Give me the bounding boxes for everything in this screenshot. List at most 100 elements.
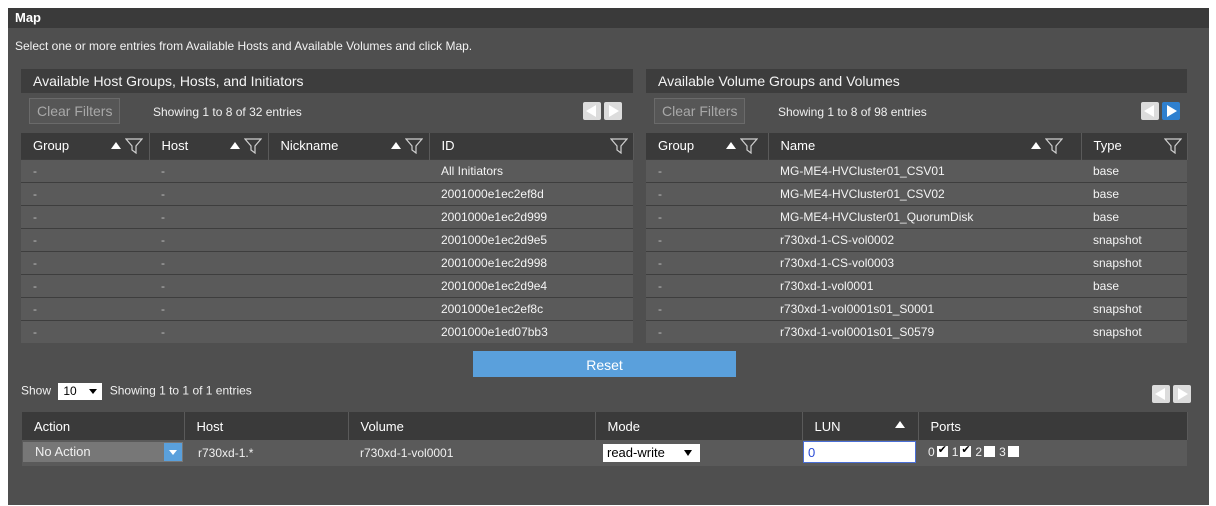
sort-asc-icon[interactable] bbox=[1030, 142, 1041, 149]
volumes-showing-text: Showing 1 to 8 of 98 entries bbox=[778, 105, 927, 119]
volumes-cell: r730xd-1-CS-vol0003 bbox=[768, 250, 1081, 274]
reset-button[interactable]: Reset bbox=[473, 351, 736, 377]
table-row[interactable]: - - 2001000e1ec2d998 bbox=[21, 250, 633, 274]
volumes-cell: snapshot bbox=[1081, 227, 1187, 251]
volumes-prev-page-icon[interactable] bbox=[1141, 102, 1159, 120]
mapping-volume-cell: r730xd-1-vol0001 bbox=[348, 440, 595, 466]
sort-asc-icon[interactable] bbox=[390, 142, 401, 149]
table-row[interactable]: - - 2001000e1ec2d9e5 bbox=[21, 227, 633, 251]
table-row[interactable]: - - 2001000e1ec2d9e4 bbox=[21, 273, 633, 297]
filter-icon[interactable] bbox=[740, 138, 758, 154]
lun-input[interactable] bbox=[803, 441, 916, 463]
table-row[interactable]: - r730xd-1-vol0001s01_S0579 snapshot bbox=[646, 319, 1187, 343]
port-1: 1 bbox=[951, 443, 972, 459]
hosts-cell: - bbox=[149, 273, 268, 297]
sort-asc-icon[interactable] bbox=[229, 142, 240, 149]
mapping-col-lun[interactable]: LUN bbox=[802, 412, 919, 440]
hosts-panel: Available Host Groups, Hosts, and Initia… bbox=[21, 69, 634, 343]
hosts-cell bbox=[268, 250, 429, 274]
filter-icon[interactable] bbox=[1044, 138, 1063, 154]
hosts-cell: - bbox=[149, 158, 268, 182]
volumes-cell: - bbox=[646, 319, 768, 343]
volumes-cell: - bbox=[646, 204, 768, 228]
table-row[interactable]: - r730xd-1-vol0001 base bbox=[646, 273, 1187, 297]
chevron-down-icon[interactable] bbox=[164, 443, 182, 461]
volumes-clear-filters-button[interactable]: Clear Filters bbox=[654, 98, 746, 124]
hosts-cell: - bbox=[149, 204, 268, 228]
table-row[interactable]: - - 2001000e1ec2ef8c bbox=[21, 296, 633, 320]
volumes-col-type[interactable]: Type bbox=[1081, 133, 1188, 159]
mapping-next-page-icon[interactable] bbox=[1173, 385, 1191, 403]
volumes-next-page-icon[interactable] bbox=[1162, 102, 1180, 120]
hosts-cell bbox=[268, 296, 429, 320]
hosts-clear-filters-button[interactable]: Clear Filters bbox=[29, 98, 121, 124]
port-2: 2 bbox=[975, 445, 996, 459]
volumes-cell: snapshot bbox=[1081, 250, 1187, 274]
table-row: No Action r730xd-1.* r730xd-1-vol0001 re… bbox=[22, 440, 1187, 466]
volumes-cell: - bbox=[646, 250, 768, 274]
sort-asc-icon[interactable] bbox=[894, 421, 905, 428]
hosts-cell: 2001000e1ec2d9e4 bbox=[429, 273, 633, 297]
volumes-cell: - bbox=[646, 296, 768, 320]
table-row[interactable]: - r730xd-1-vol0001s01_S0001 snapshot bbox=[646, 296, 1187, 320]
table-row[interactable]: - - 2001000e1ed07bb3 bbox=[21, 319, 633, 343]
port-3: 3 bbox=[999, 445, 1019, 459]
table-row[interactable]: - r730xd-1-CS-vol0003 snapshot bbox=[646, 250, 1187, 274]
hosts-cell: - bbox=[21, 158, 149, 182]
hosts-col-id[interactable]: ID bbox=[429, 133, 634, 159]
port-checkbox[interactable] bbox=[936, 443, 948, 457]
hosts-prev-page-icon[interactable] bbox=[583, 102, 601, 120]
hosts-cell: - bbox=[149, 319, 268, 343]
mapping-col-host[interactable]: Host bbox=[184, 412, 349, 440]
sort-asc-icon[interactable] bbox=[726, 142, 736, 149]
hosts-col-group[interactable]: Group bbox=[21, 133, 150, 159]
mapping-prev-page-icon[interactable] bbox=[1152, 385, 1170, 403]
action-select[interactable]: No Action bbox=[23, 442, 183, 462]
hosts-cell: 2001000e1ec2ef8d bbox=[429, 181, 633, 205]
volumes-cell: r730xd-1-vol0001 bbox=[768, 273, 1081, 297]
table-row[interactable]: - MG-ME4-HVCluster01_CSV02 base bbox=[646, 181, 1187, 205]
hosts-cell: - bbox=[21, 204, 149, 228]
filter-icon[interactable] bbox=[404, 138, 423, 154]
filter-icon[interactable] bbox=[1163, 138, 1182, 154]
table-row[interactable]: - - 2001000e1ec2ef8d bbox=[21, 181, 633, 205]
table-row[interactable]: - MG-ME4-HVCluster01_CSV01 base bbox=[646, 158, 1187, 182]
port-label: 1 bbox=[951, 445, 959, 459]
mode-select[interactable]: read-write bbox=[603, 444, 700, 462]
hosts-cell: 2001000e1ec2d999 bbox=[429, 204, 633, 228]
mapping-table: Action Host Volume Mode LUN Ports No Act… bbox=[22, 412, 1188, 466]
volumes-cell: r730xd-1-vol0001s01_S0001 bbox=[768, 296, 1081, 320]
table-row[interactable]: - MG-ME4-HVCluster01_QuorumDisk base bbox=[646, 204, 1187, 228]
hosts-next-page-icon[interactable] bbox=[604, 102, 622, 120]
mapping-showing-text: Showing 1 to 1 of 1 entries bbox=[109, 383, 252, 398]
hosts-cell: - bbox=[149, 181, 268, 205]
hosts-cell: - bbox=[149, 250, 268, 274]
volumes-cell: snapshot bbox=[1081, 296, 1187, 320]
filter-icon[interactable] bbox=[243, 138, 262, 154]
volumes-cell: base bbox=[1081, 273, 1187, 297]
mapping-col-action[interactable]: Action bbox=[22, 412, 185, 440]
mapping-col-volume[interactable]: Volume bbox=[348, 412, 596, 440]
volumes-cell: r730xd-1-CS-vol0002 bbox=[768, 227, 1081, 251]
port-checkbox[interactable] bbox=[960, 443, 972, 457]
hosts-col-host[interactable]: Host bbox=[149, 133, 269, 159]
port-checkbox[interactable] bbox=[1007, 446, 1019, 457]
filter-icon[interactable] bbox=[609, 138, 628, 154]
sort-asc-icon[interactable] bbox=[111, 142, 121, 149]
filter-icon[interactable] bbox=[125, 138, 143, 154]
hosts-cell bbox=[268, 158, 429, 182]
volumes-cell: - bbox=[646, 158, 768, 182]
table-row[interactable]: - - All Initiators bbox=[21, 158, 633, 182]
mapping-col-ports[interactable]: Ports bbox=[918, 412, 1188, 440]
mapping-col-mode[interactable]: Mode bbox=[595, 412, 803, 440]
volumes-col-group[interactable]: Group bbox=[646, 133, 769, 159]
hosts-cell: - bbox=[149, 296, 268, 320]
hosts-col-nickname[interactable]: Nickname bbox=[268, 133, 430, 159]
table-row[interactable]: - r730xd-1-CS-vol0002 snapshot bbox=[646, 227, 1187, 251]
port-checkbox[interactable] bbox=[984, 446, 996, 457]
page-size-select[interactable]: 10 bbox=[58, 383, 103, 400]
table-row[interactable]: - - 2001000e1ec2d999 bbox=[21, 204, 633, 228]
volumes-col-name[interactable]: Name bbox=[768, 133, 1082, 159]
volumes-panel-title: Available Volume Groups and Volumes bbox=[646, 69, 1187, 93]
port-0: 0 bbox=[928, 443, 948, 459]
